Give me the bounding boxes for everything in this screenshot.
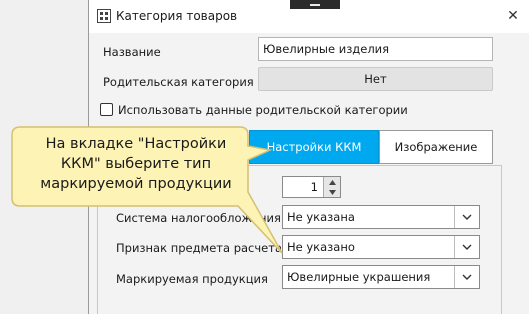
tax-system-label: Система налогообложения <box>116 211 281 225</box>
stepper-down-icon[interactable] <box>323 187 340 197</box>
stepper-value: 1 <box>310 180 318 194</box>
payment-subject-value: Не указано <box>287 240 355 254</box>
callout-line-3: маркируемой продукции <box>40 176 232 192</box>
tax-system-select[interactable]: Не указана <box>282 205 480 229</box>
tab-kkm-settings[interactable]: Настройки ККМ <box>249 130 379 164</box>
window-title: Категория товаров <box>116 9 238 23</box>
chevron-down-icon[interactable] <box>454 236 479 258</box>
marked-product-label: Маркируемая продукция <box>116 272 268 286</box>
marked-product-select[interactable]: Ювелирные украшения <box>282 265 480 289</box>
quantity-stepper[interactable]: 1 <box>282 176 341 198</box>
callout-text: На вкладке "Настройки ККМ" выберите тип … <box>16 134 256 194</box>
tax-system-value: Не указана <box>287 210 355 224</box>
name-input[interactable]: Ювелирные изделия <box>258 37 493 61</box>
title-bar: Категория товаров ✕ <box>89 0 529 33</box>
minimize-handle[interactable] <box>290 0 340 9</box>
payment-subject-select[interactable]: Не указано <box>282 235 480 259</box>
callout-line-1: На вкладке "Настройки <box>45 136 227 152</box>
name-label: Название <box>103 45 161 59</box>
use-parent-label: Использовать данные родительской категор… <box>118 103 408 117</box>
grid-app-icon <box>97 9 111 23</box>
payment-subject-label: Признак предмета расчета <box>116 241 282 255</box>
chevron-down-icon[interactable] <box>454 206 479 228</box>
marked-product-value: Ювелирные украшения <box>287 270 431 284</box>
close-icon[interactable]: ✕ <box>505 8 521 24</box>
callout-line-2: ККМ" выберите тип <box>60 156 212 172</box>
tab-image[interactable]: Изображение <box>379 130 493 164</box>
use-parent-checkbox[interactable] <box>100 103 113 116</box>
chevron-down-icon[interactable] <box>454 266 479 288</box>
parent-category-button[interactable]: Нет <box>258 67 493 91</box>
parent-category-label: Родительская категория <box>103 75 254 89</box>
